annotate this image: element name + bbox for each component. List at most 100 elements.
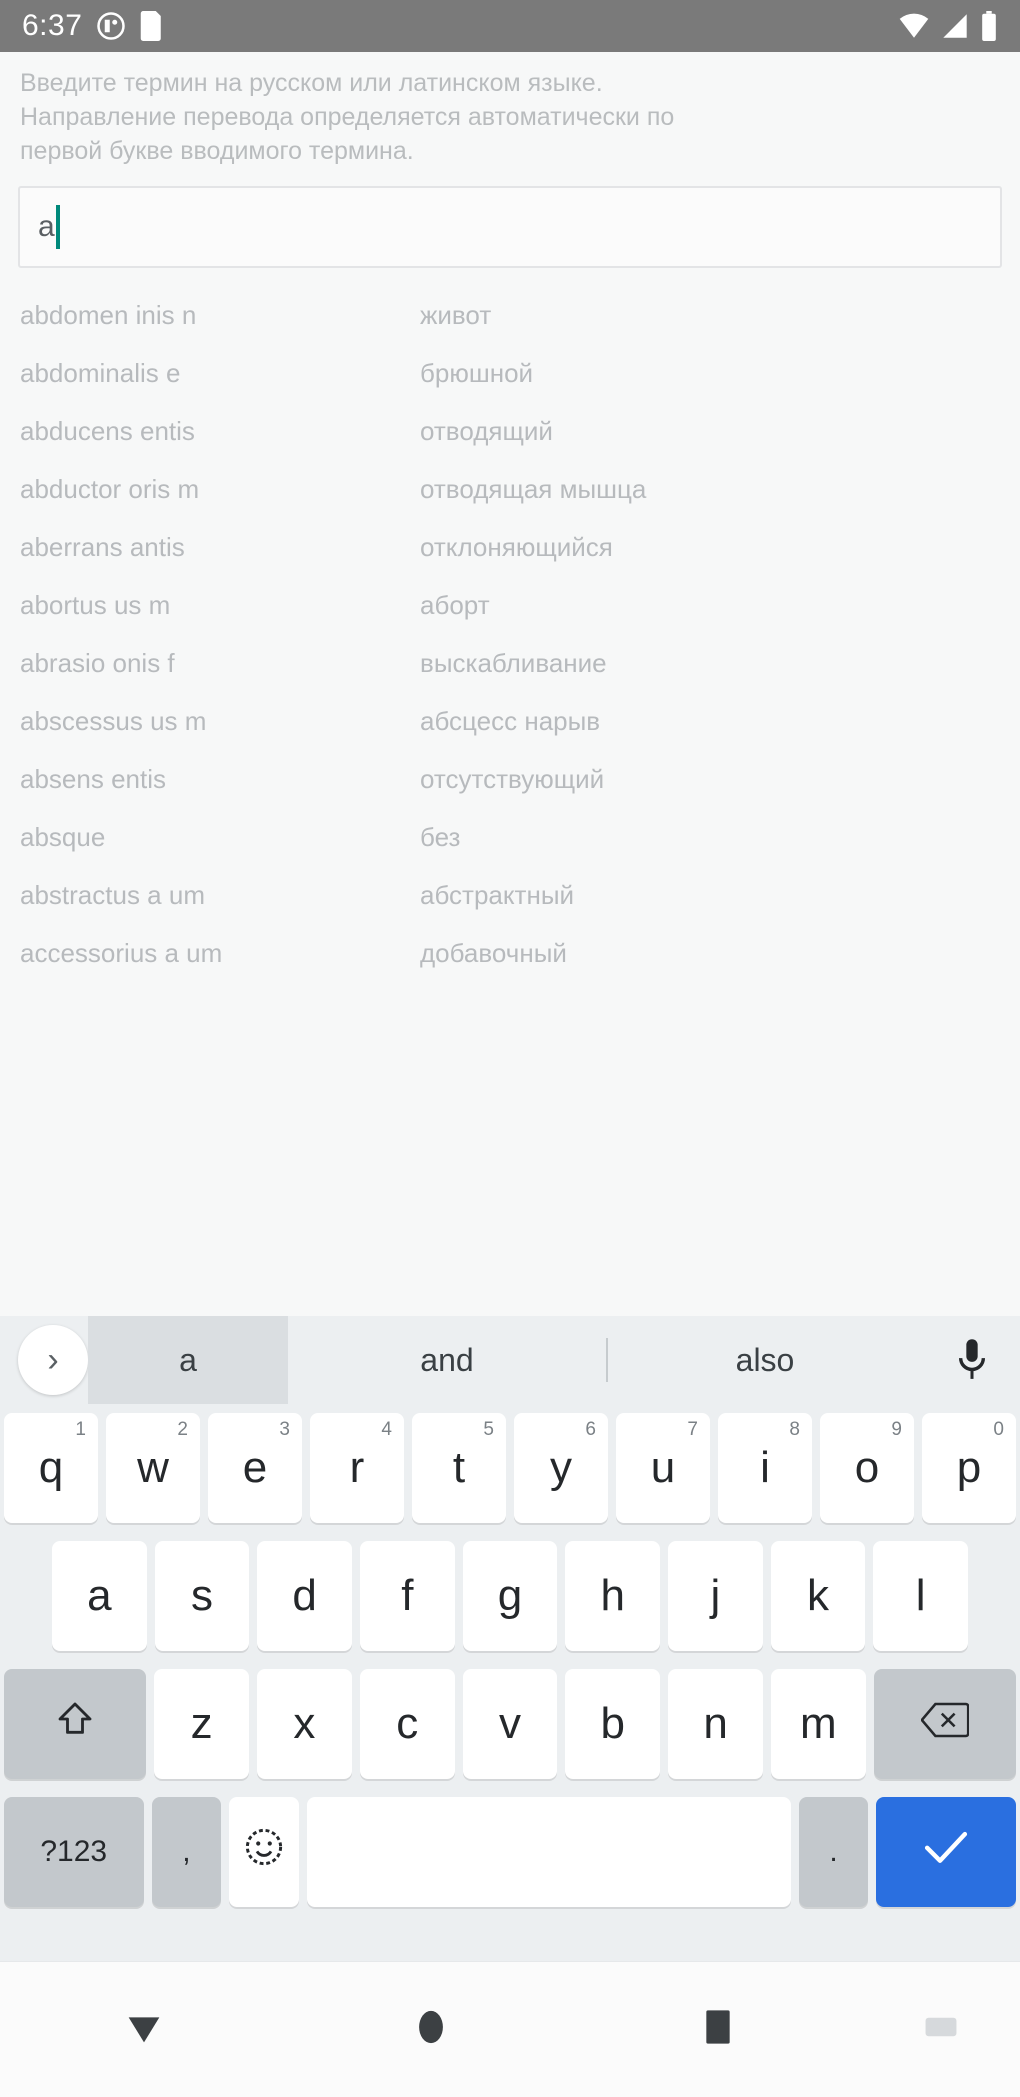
keyboard-row-2: a s d f g h j k l: [0, 1532, 1020, 1660]
key-n[interactable]: n: [668, 1669, 763, 1779]
key-r-superscript: 4: [381, 1419, 392, 1440]
key-r-label: r: [349, 1443, 365, 1492]
backspace-key[interactable]: [873, 1669, 1016, 1779]
on-screen-keyboard: › a and also 1q 2w 3e 4r 5t 6y 7u 8i 9o …: [0, 1316, 1020, 1961]
search-input[interactable]: a: [18, 186, 1002, 268]
result-term: abdominalis e: [20, 357, 181, 388]
key-z[interactable]: z: [154, 1669, 249, 1779]
list-item[interactable]: abductor oris m отводящая мышца: [0, 460, 1020, 518]
list-item[interactable]: abdominalis e брюшной: [0, 344, 1020, 402]
key-i-label: i: [760, 1443, 770, 1492]
keyboard-switch-icon: [924, 2012, 958, 2047]
key-f[interactable]: f: [360, 1541, 455, 1651]
key-y-label: y: [550, 1443, 572, 1492]
list-item[interactable]: abdomen inis n живот: [0, 286, 1020, 344]
list-item[interactable]: absens entis отсутствующий: [0, 750, 1020, 808]
result-translation: брюшной: [420, 357, 534, 388]
result-translation: отводящая мышца: [420, 473, 647, 504]
key-t-label: t: [452, 1443, 466, 1492]
status-bar-right: [898, 11, 998, 41]
instruction-line-1: Введите термин на русском или латинском …: [20, 69, 603, 97]
back-button[interactable]: [0, 2004, 287, 2055]
shift-key[interactable]: [4, 1669, 147, 1779]
result-translation: аборт: [420, 589, 490, 620]
key-r[interactable]: 4r: [310, 1413, 404, 1523]
suggestion-item-2[interactable]: also: [606, 1316, 924, 1404]
key-t[interactable]: 5t: [412, 1413, 506, 1523]
enter-key[interactable]: [876, 1797, 1016, 1907]
result-term: abortus us m: [20, 589, 171, 620]
key-o[interactable]: 9o: [820, 1413, 914, 1523]
list-item[interactable]: abducens entis отводящий: [0, 402, 1020, 460]
key-j[interactable]: j: [668, 1541, 763, 1651]
suggestion-item-0[interactable]: a: [88, 1316, 288, 1404]
wifi-icon: [898, 13, 930, 39]
key-p-label: p: [956, 1443, 982, 1492]
result-term: abstractus a um: [20, 879, 205, 910]
key-e-label: e: [242, 1443, 268, 1492]
list-item[interactable]: aberrans antis отклоняющийся: [0, 518, 1020, 576]
result-term: abductor oris m: [20, 473, 200, 504]
result-translation: абстрактный: [420, 879, 575, 910]
key-h[interactable]: h: [565, 1541, 661, 1651]
check-icon: [922, 1827, 970, 1878]
key-s[interactable]: s: [154, 1541, 250, 1651]
key-u[interactable]: 7u: [616, 1413, 710, 1523]
period-key[interactable]: .: [798, 1797, 869, 1907]
key-x[interactable]: x: [257, 1669, 352, 1779]
key-v[interactable]: v: [462, 1669, 558, 1779]
recents-button[interactable]: [575, 2006, 862, 2053]
battery-icon: [980, 11, 998, 41]
result-term: abdomen inis n: [20, 299, 197, 330]
key-e-superscript: 3: [279, 1419, 290, 1440]
key-m[interactable]: m: [770, 1669, 866, 1779]
key-b[interactable]: b: [565, 1669, 661, 1779]
list-item[interactable]: abrasio onis f выскабливание: [0, 634, 1020, 692]
emoji-key[interactable]: [229, 1797, 300, 1907]
back-down-arrow-icon: [121, 2004, 167, 2055]
search-field-container: a: [0, 172, 1020, 268]
key-w[interactable]: 2w: [106, 1413, 200, 1523]
symbols-key[interactable]: ?123: [4, 1797, 144, 1907]
key-c[interactable]: c: [359, 1669, 455, 1779]
screen-record-icon: [96, 11, 126, 41]
key-q[interactable]: 1q: [4, 1413, 98, 1523]
key-e[interactable]: 3e: [208, 1413, 302, 1523]
key-p[interactable]: 0p: [922, 1413, 1016, 1523]
result-translation: абсцесс нарыв: [420, 705, 601, 736]
result-term: absque: [20, 821, 106, 852]
key-k[interactable]: k: [770, 1541, 866, 1651]
system-navigation-bar: [0, 1961, 1020, 2097]
key-d[interactable]: d: [257, 1541, 352, 1651]
recents-square-icon: [703, 2006, 733, 2053]
result-translation: отклоняющийся: [420, 531, 613, 562]
results-list[interactable]: abdomen inis n живот abdominalis e брюшн…: [0, 286, 1020, 986]
key-l[interactable]: l: [873, 1541, 969, 1651]
microphone-icon[interactable]: [924, 1337, 1020, 1383]
list-item[interactable]: acetabularis e вертлужный: [0, 982, 1020, 986]
key-o-superscript: 9: [891, 1419, 902, 1440]
expand-suggestions-button[interactable]: ›: [18, 1325, 88, 1395]
list-item[interactable]: absque без: [0, 808, 1020, 866]
result-translation: отводящий: [420, 415, 553, 446]
result-translation: выскабливание: [420, 647, 607, 678]
key-i-superscript: 8: [789, 1419, 800, 1440]
space-key[interactable]: [307, 1797, 791, 1907]
suggestion-item-1[interactable]: and: [288, 1316, 606, 1404]
home-button[interactable]: [287, 2006, 574, 2053]
key-a[interactable]: a: [51, 1541, 147, 1651]
list-item[interactable]: abscessus us m абсцесс нарыв: [0, 692, 1020, 750]
list-item[interactable]: accessorius a um добавочный: [0, 924, 1020, 982]
list-item[interactable]: abstractus a um абстрактный: [0, 866, 1020, 924]
key-i[interactable]: 8i: [718, 1413, 812, 1523]
backspace-icon: [919, 1699, 970, 1749]
result-term: abrasio onis f: [20, 647, 175, 678]
comma-key[interactable]: ,: [151, 1797, 222, 1907]
signal-icon: [940, 13, 970, 39]
key-g[interactable]: g: [462, 1541, 558, 1651]
key-t-superscript: 5: [483, 1419, 494, 1440]
key-u-label: u: [650, 1443, 676, 1492]
key-y[interactable]: 6y: [514, 1413, 608, 1523]
list-item[interactable]: abortus us m аборт: [0, 576, 1020, 634]
switch-keyboard-button[interactable]: [862, 2012, 1020, 2047]
